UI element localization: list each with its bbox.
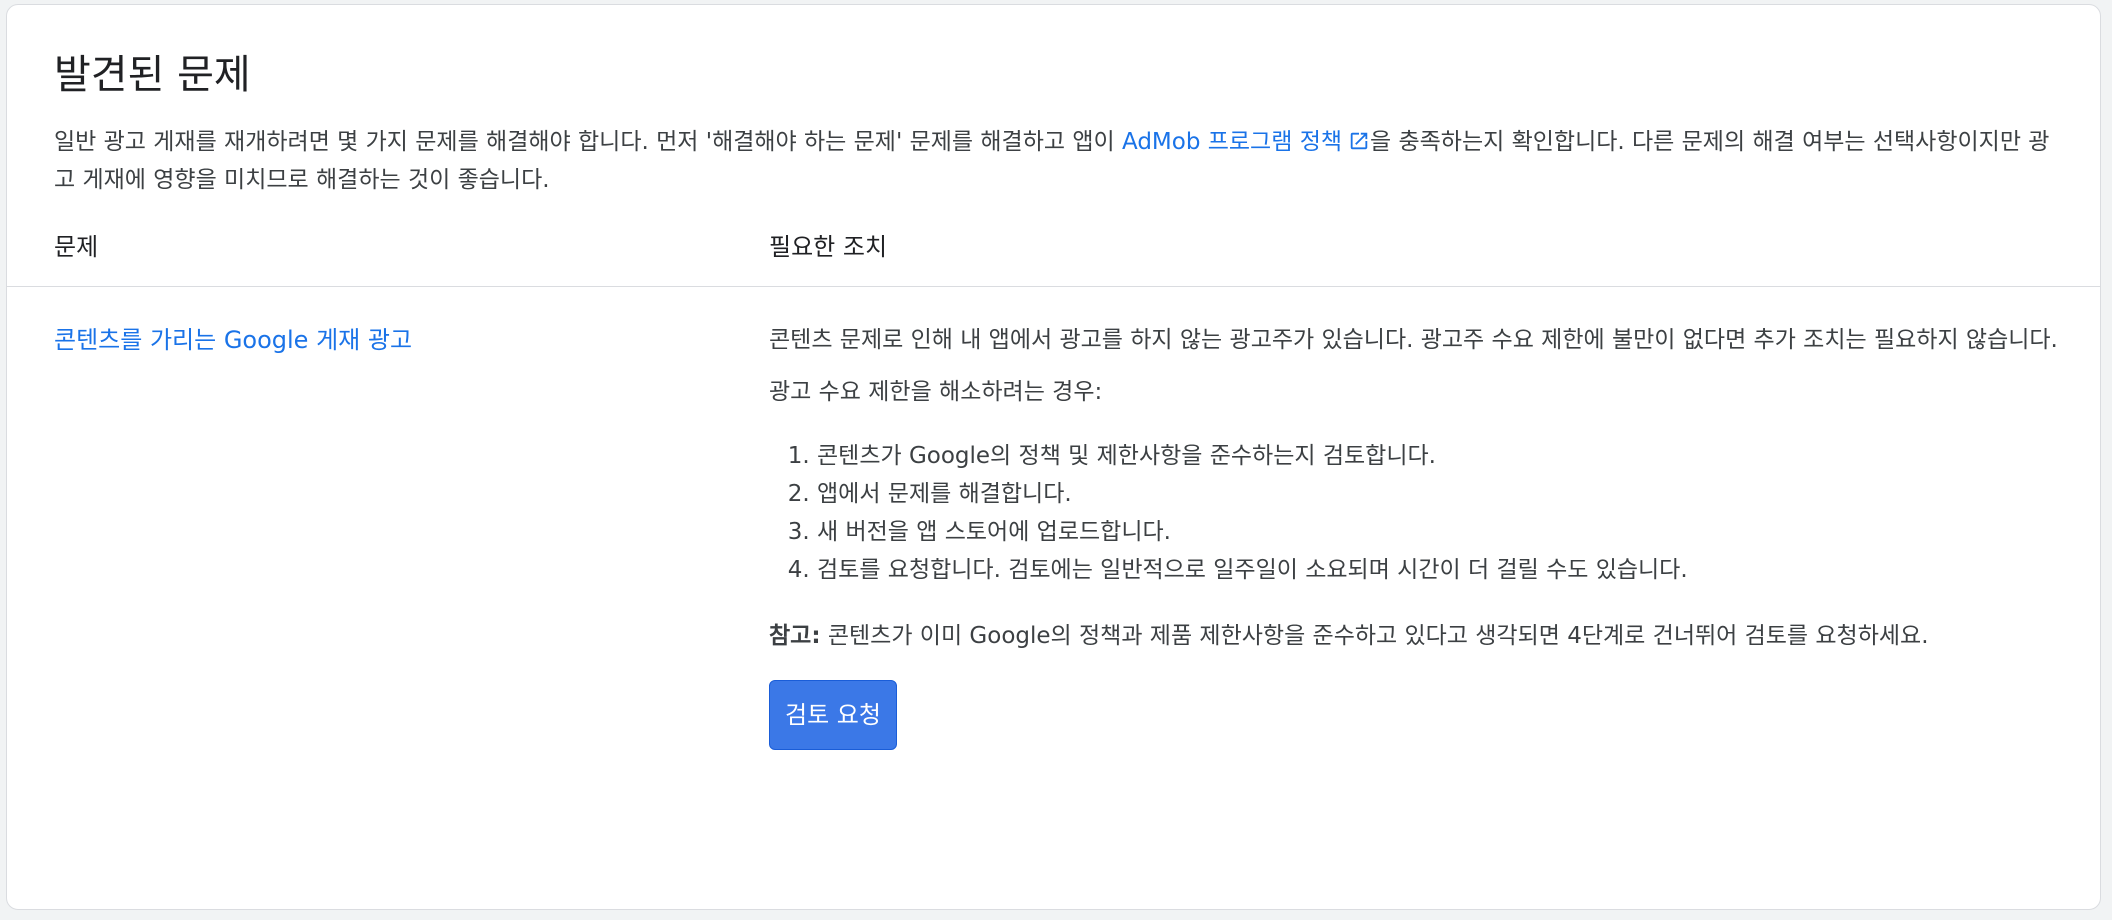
- note-label: 참고:: [769, 623, 821, 649]
- column-header-action: 필요한 조치: [769, 233, 888, 261]
- action-summary: 콘텐츠 문제로 인해 내 앱에서 광고를 하지 않는 광고주가 있습니다. 광고…: [769, 327, 2058, 353]
- required-action-cell: 콘텐츠 문제로 인해 내 앱에서 광고를 하지 않는 광고주가 있습니다. 광고…: [769, 321, 2069, 750]
- column-header-issue: 문제: [54, 233, 99, 261]
- issues-card: 발견된 문제 일반 광고 게재를 재개하려면 몇 가지 문제를 해결해야 합니다…: [6, 4, 2101, 910]
- action-note: 참고: 콘텐츠가 이미 Google의 정책과 제품 제한사항을 준수하고 있다…: [769, 617, 2069, 655]
- intro-text: 일반 광고 게재를 재개하려면 몇 가지 문제를 해결해야 합니다. 먼저 '해…: [54, 123, 2054, 199]
- action-subheading: 광고 수요 제한을 해소하려는 경우:: [769, 379, 1103, 405]
- admob-policy-link[interactable]: AdMob 프로그램 정책: [1122, 129, 1370, 155]
- action-step: 검토를 요청합니다. 검토에는 일반적으로 일주일이 소요되며 시간이 더 걸릴…: [817, 551, 2069, 589]
- action-step: 콘텐츠가 Google의 정책 및 제한사항을 준수하는지 검토합니다.: [817, 437, 2069, 475]
- action-step: 새 버전을 앱 스토어에 업로드합니다.: [817, 513, 2069, 551]
- issue-link-obscuring-ads[interactable]: 콘텐츠를 가리는 Google 게재 광고: [54, 321, 412, 359]
- table-divider: [7, 286, 2100, 287]
- note-text: 콘텐츠가 이미 Google의 정책과 제품 제한사항을 준수하고 있다고 생각…: [820, 623, 1929, 649]
- intro-text-before-link: 일반 광고 게재를 재개하려면 몇 가지 문제를 해결해야 합니다. 먼저 '해…: [54, 129, 1122, 155]
- page-title: 발견된 문제: [54, 52, 251, 98]
- action-step: 앱에서 문제를 해결합니다.: [817, 475, 2069, 513]
- request-review-button[interactable]: 검토 요청: [769, 680, 897, 750]
- action-steps-list: 콘텐츠가 Google의 정책 및 제한사항을 준수하는지 검토합니다. 앱에서…: [769, 437, 2069, 589]
- open-in-new-icon: [1350, 132, 1368, 150]
- admob-policy-link-label[interactable]: AdMob 프로그램 정책: [1122, 129, 1342, 155]
